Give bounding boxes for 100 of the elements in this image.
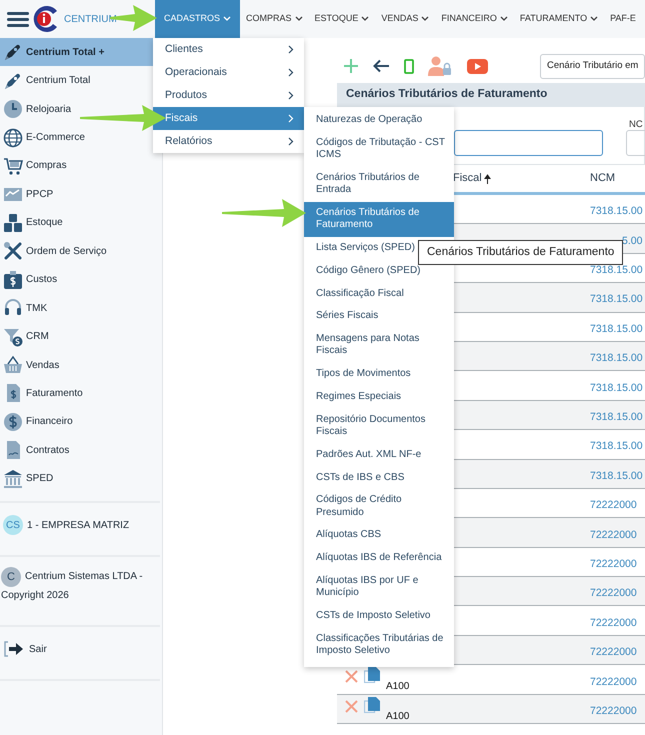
- sidebar-item[interactable]: Contratos: [0, 436, 162, 465]
- sidebar-item[interactable]: Faturamento: [0, 379, 162, 408]
- ncm-link[interactable]: 72222000: [590, 557, 637, 573]
- ncm-link[interactable]: 72222000: [590, 704, 637, 720]
- logout-link[interactable]: Sair: [0, 627, 162, 671]
- sidebar-label: Centrium Total +: [26, 46, 104, 60]
- ncm-link[interactable]: 7318.15.00: [590, 204, 643, 220]
- sidebar-label: Contratos: [26, 444, 70, 458]
- menu-icon[interactable]: [7, 10, 29, 28]
- ncm-link[interactable]: 7318.15.00: [590, 263, 643, 279]
- caret-icon: [421, 16, 430, 22]
- ncm-link[interactable]: 72222000: [590, 498, 637, 514]
- sidebar-label: PPCP: [26, 188, 54, 202]
- copy-icon[interactable]: [364, 696, 380, 713]
- ncm-link[interactable]: 72222000: [590, 674, 637, 690]
- filter-field[interactable]: [454, 130, 603, 156]
- nav-menu-item[interactable]: PAF-E: [604, 0, 642, 38]
- table-cell-text: A100: [386, 710, 410, 724]
- sidebar-item[interactable]: Ordem de Serviço: [0, 237, 162, 266]
- submenu-item[interactable]: Mensagens para Notas Fiscais: [304, 328, 454, 363]
- ncm-label: NC: [629, 118, 643, 132]
- ncm-link[interactable]: 7318.15.00: [590, 410, 643, 426]
- sidebar-item[interactable]: TMK: [0, 294, 162, 322]
- sidebar-label: CRM: [26, 330, 49, 344]
- submenu-item[interactable]: Regimes Especiais: [304, 386, 454, 409]
- sidebar-label: Ordem de Serviço: [26, 244, 107, 259]
- nav-menu-item[interactable]: ESTOQUE: [308, 0, 376, 38]
- menu-item[interactable]: Produtos: [153, 84, 304, 107]
- sidebar-label: Financeiro: [26, 415, 73, 430]
- video-icon[interactable]: [467, 58, 488, 74]
- chevron-right-icon: [288, 114, 294, 123]
- sidebar-item[interactable]: Compras: [0, 152, 162, 180]
- submenu-item[interactable]: Repositório Documentos Fiscais: [304, 408, 454, 444]
- add-icon[interactable]: [343, 58, 359, 74]
- nav-menu-item[interactable]: VENDAS: [375, 0, 436, 38]
- caret-icon: [223, 16, 232, 22]
- submenu-item[interactable]: Alíquotas IBS de Referência: [304, 546, 454, 570]
- sidebar-label: Estoque: [26, 216, 63, 230]
- ncm-link[interactable]: 7318.15.00: [590, 351, 643, 368]
- nav-menu-item[interactable]: FINANCEIRO: [435, 0, 514, 38]
- ncm-link[interactable]: 72222000: [590, 645, 637, 661]
- submenu-item[interactable]: Classificação Fiscal: [304, 282, 454, 306]
- copy-icon[interactable]: [364, 667, 380, 684]
- menu-item[interactable]: Fiscais: [153, 107, 304, 130]
- sidebar-item[interactable]: CRM: [0, 322, 162, 351]
- scenario-select[interactable]: Cenário Tributário em: [540, 54, 645, 78]
- caret-icon: [294, 16, 303, 22]
- ncm-link[interactable]: 7318.15.00: [590, 292, 643, 308]
- submenu-item[interactable]: Naturezas de Operação: [304, 109, 454, 132]
- menu-item[interactable]: Operacionais: [153, 61, 304, 84]
- delete-icon[interactable]: [345, 670, 358, 684]
- dollar-circle-icon: [3, 412, 23, 432]
- nav-menu-item[interactable]: FATURAMENTO: [514, 0, 604, 38]
- sidebar-label: Relojoaria: [26, 102, 72, 117]
- ncm-link[interactable]: 72222000: [590, 586, 637, 602]
- submenu-item[interactable]: Cenários Tributários de Faturamento: [304, 202, 454, 237]
- ncm-link[interactable]: 72222000: [590, 528, 637, 544]
- submenu-item[interactable]: Tipos de Movimentos: [304, 362, 454, 386]
- sidebar-item[interactable]: SPED: [0, 464, 162, 493]
- submenu-item[interactable]: Códigos de Tributação - CST ICMS: [304, 132, 454, 167]
- submenu-item[interactable]: Cenários Tributários de Entrada: [304, 166, 454, 202]
- column-header[interactable]: Fiscal: [453, 170, 482, 187]
- tooltip: Cenários Tributários de Faturamento: [418, 240, 624, 266]
- ncm-link[interactable]: 72222000: [590, 616, 637, 632]
- column-header[interactable]: NCM: [590, 170, 616, 187]
- submenu-item[interactable]: Séries Fiscais: [304, 305, 454, 328]
- sort-arrow-icon: [484, 174, 491, 184]
- user-lock-icon[interactable]: [428, 56, 453, 76]
- nav-menu-item[interactable]: COMPRAS: [240, 0, 309, 38]
- sidebar-item[interactable]: Vendas: [0, 350, 162, 380]
- menu-item[interactable]: Relatórios: [153, 130, 304, 153]
- company-name[interactable]: 1 - EMPRESA MATRIZ: [27, 518, 130, 532]
- submenu-item[interactable]: Padrões Aut. XML NF-e: [304, 444, 454, 466]
- delete-icon[interactable]: [345, 700, 358, 713]
- submenu-item[interactable]: Códigos de Crédito Presumido: [304, 489, 454, 524]
- submenu-item[interactable]: Classificações Tributárias de Imposto Seletivo: [304, 628, 454, 663]
- sidebar-item[interactable]: Estoque: [0, 208, 162, 238]
- sidebar-item[interactable]: Financeiro: [0, 408, 162, 436]
- sidebar-item[interactable]: Custos: [0, 266, 162, 294]
- funnel-icon: [3, 326, 23, 347]
- submenu-item[interactable]: Código Gênero (SPED): [304, 260, 454, 282]
- menu-item[interactable]: Clientes: [153, 38, 304, 61]
- boxes-icon: [3, 212, 23, 233]
- ncm-link[interactable]: 5.00: [622, 234, 642, 250]
- back-arrow-icon[interactable]: [373, 59, 390, 73]
- nav-menu-item[interactable]: CADASTROS: [155, 0, 240, 38]
- ncm-link[interactable]: 7318.15.00: [590, 439, 643, 456]
- ncm-link[interactable]: 7318.15.00: [590, 322, 643, 338]
- chevron-right-icon: [288, 45, 294, 54]
- ncm-link[interactable]: 7318.15.00: [590, 468, 643, 485]
- submenu-item[interactable]: Alíquotas IBS por UF e Município: [304, 570, 454, 605]
- copyright-text: Centrium Sistemas LTDA -: [25, 570, 143, 584]
- sidebar-item[interactable]: PPCP: [0, 180, 162, 209]
- sidebar-label: SPED: [26, 472, 54, 486]
- ncm-link[interactable]: 7318.15.00: [590, 380, 643, 396]
- mobile-icon[interactable]: [404, 58, 414, 74]
- submenu-item[interactable]: CSTs de Imposto Seletivo: [304, 604, 454, 628]
- submenu-item[interactable]: Alíquotas CBS: [304, 524, 454, 547]
- company-logo-icon: C: [1, 567, 21, 587]
- submenu-item[interactable]: CSTs de IBS e CBS: [304, 466, 454, 490]
